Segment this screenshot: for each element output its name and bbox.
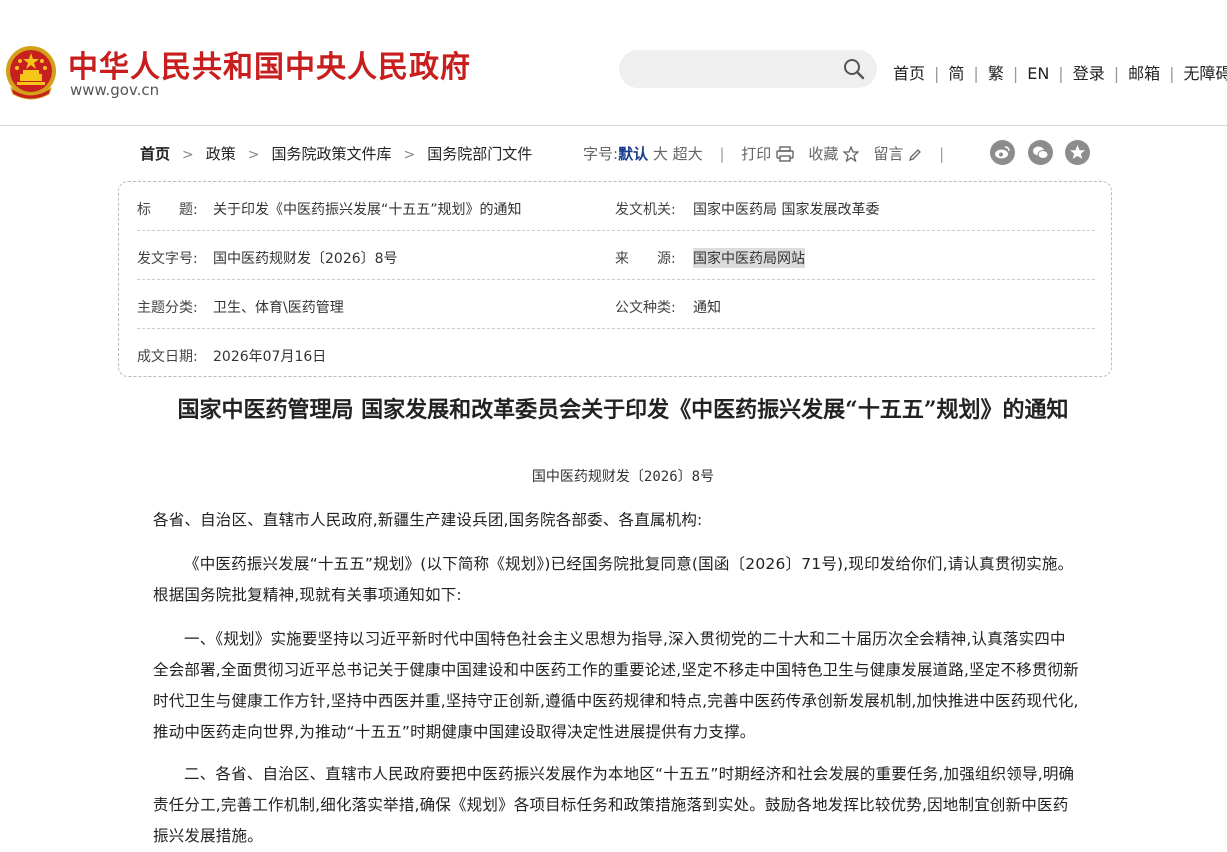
- topic-label: 主题分类:: [137, 297, 198, 317]
- date-label: 成文日期:: [137, 346, 198, 366]
- meta-row: 发文字号: 国中医药规财发〔2026〕8号 来 源: 国家中医药局网站: [137, 231, 1095, 280]
- comment-label: 留言: [874, 145, 904, 163]
- font-size-label: 字号:: [583, 145, 618, 163]
- search-icon[interactable]: [843, 58, 865, 80]
- tools-separator: |: [939, 145, 944, 163]
- docno-value: 国中医药规财发〔2026〕8号: [213, 248, 398, 268]
- nav-separator: |: [1169, 64, 1174, 83]
- title-value: 关于印发《中医药振兴发展“十五五”规划》的通知: [213, 199, 522, 219]
- weibo-icon: [993, 143, 1012, 162]
- article-doc-number: 国中医药规财发〔2026〕8号: [160, 466, 1086, 486]
- article-paragraph: 二、各省、自治区、直辖市人民政府要把中医药振兴发展作为本地区“十五五”时期经济和…: [153, 759, 1081, 852]
- breadcrumb: 首页 > 政策 > 国务院政策文件库 > 国务院部门文件: [140, 143, 532, 164]
- meta-row: 主题分类: 卫生、体育\医药管理 公文种类: 通知: [137, 280, 1095, 329]
- nav-home[interactable]: 首页: [893, 64, 925, 83]
- nav-accessibility[interactable]: 无障碍: [1184, 64, 1227, 83]
- article-paragraph: 各省、自治区、直辖市人民政府,新疆生产建设兵团,国务院各部委、各直属机构:: [153, 505, 1081, 536]
- site-url[interactable]: www.gov.cn: [70, 81, 159, 99]
- star-icon: [843, 146, 859, 162]
- meta-row: 成文日期: 2026年07月16日: [137, 329, 1095, 377]
- chevron-right-icon: >: [404, 147, 416, 163]
- favorite-share-button[interactable]: [1065, 140, 1090, 165]
- nav-traditional[interactable]: 繁: [988, 64, 1004, 83]
- site-header: 中华人民共和国中央人民政府 www.gov.cn 首页 | 简 | 繁 | EN | 登录 | 邮箱…: [0, 0, 1227, 126]
- nav-separator: |: [1114, 64, 1119, 83]
- wechat-share-button[interactable]: [1028, 140, 1053, 165]
- chevron-right-icon: >: [248, 147, 260, 163]
- meta-row: 标 题: 关于印发《中医药振兴发展“十五五”规划》的通知 发文机关: 国家中医药…: [137, 182, 1095, 231]
- pencil-icon: [908, 148, 922, 162]
- nav-mail[interactable]: 邮箱: [1128, 64, 1160, 83]
- printer-icon: [776, 146, 794, 162]
- nav-separator: |: [1013, 64, 1018, 83]
- favorite-label: 收藏: [808, 145, 838, 163]
- font-size-default[interactable]: 默认: [618, 145, 648, 163]
- font-size-xlarge[interactable]: 超大: [673, 145, 703, 163]
- breadcrumb-home[interactable]: 首页: [140, 145, 170, 163]
- nav-separator: |: [973, 64, 978, 83]
- breadcrumb-dept-docs[interactable]: 国务院部门文件: [427, 145, 532, 163]
- issuer-value: 国家中医药局 国家发展改革委: [693, 199, 879, 219]
- article-title: 国家中医药管理局 国家发展和改革委员会关于印发《中医药振兴发展“十五五”规划》的…: [160, 394, 1086, 427]
- top-nav: 首页 | 简 | 繁 | EN | 登录 | 邮箱 | 无障碍: [893, 60, 1227, 84]
- national-emblem-icon[interactable]: [5, 44, 57, 100]
- source-value[interactable]: 国家中医药局网站: [693, 248, 805, 268]
- site-title[interactable]: 中华人民共和国中央人民政府: [68, 42, 471, 86]
- type-value: 通知: [693, 297, 721, 317]
- breadcrumb-policy-library[interactable]: 国务院政策文件库: [272, 145, 392, 163]
- nav-separator: |: [934, 64, 939, 83]
- document-metadata: 标 题: 关于印发《中医药振兴发展“十五五”规划》的通知 发文机关: 国家中医药…: [118, 181, 1112, 377]
- source-label: 来 源:: [615, 248, 676, 268]
- nav-login[interactable]: 登录: [1073, 64, 1105, 83]
- favorite-button[interactable]: 收藏: [808, 145, 859, 163]
- print-label: 打印: [741, 145, 771, 163]
- title-label: 标 题:: [137, 199, 198, 219]
- comment-button[interactable]: 留言: [874, 145, 923, 163]
- docno-label: 发文字号:: [137, 248, 198, 268]
- chevron-right-icon: >: [182, 147, 194, 163]
- breadcrumb-policy[interactable]: 政策: [206, 145, 236, 163]
- nav-english[interactable]: EN: [1027, 64, 1049, 83]
- weibo-share-button[interactable]: [990, 140, 1015, 165]
- article-tools: 字号:默认 大 超大 | 打印 收藏 留言 |: [583, 143, 956, 164]
- star-icon: [1068, 143, 1087, 162]
- wechat-icon: [1031, 143, 1050, 162]
- nav-simplified[interactable]: 简: [948, 64, 964, 83]
- issuer-label: 发文机关:: [615, 199, 676, 219]
- article-paragraph: 《中医药振兴发展“十五五”规划》(以下简称《规划》)已经国务院批复同意(国函〔2…: [153, 549, 1081, 611]
- article-paragraph: 一、《规划》实施要坚持以习近平新时代中国特色社会主义思想为指导,深入贯彻党的二十…: [153, 624, 1081, 748]
- topic-value: 卫生、体育\医药管理: [213, 297, 344, 317]
- tools-separator: |: [719, 145, 724, 163]
- print-button[interactable]: 打印: [741, 145, 794, 163]
- date-value: 2026年07月16日: [213, 346, 326, 366]
- nav-separator: |: [1058, 64, 1063, 83]
- search-input[interactable]: [619, 50, 877, 88]
- font-size-large[interactable]: 大: [653, 145, 668, 163]
- type-label: 公文种类:: [615, 297, 676, 317]
